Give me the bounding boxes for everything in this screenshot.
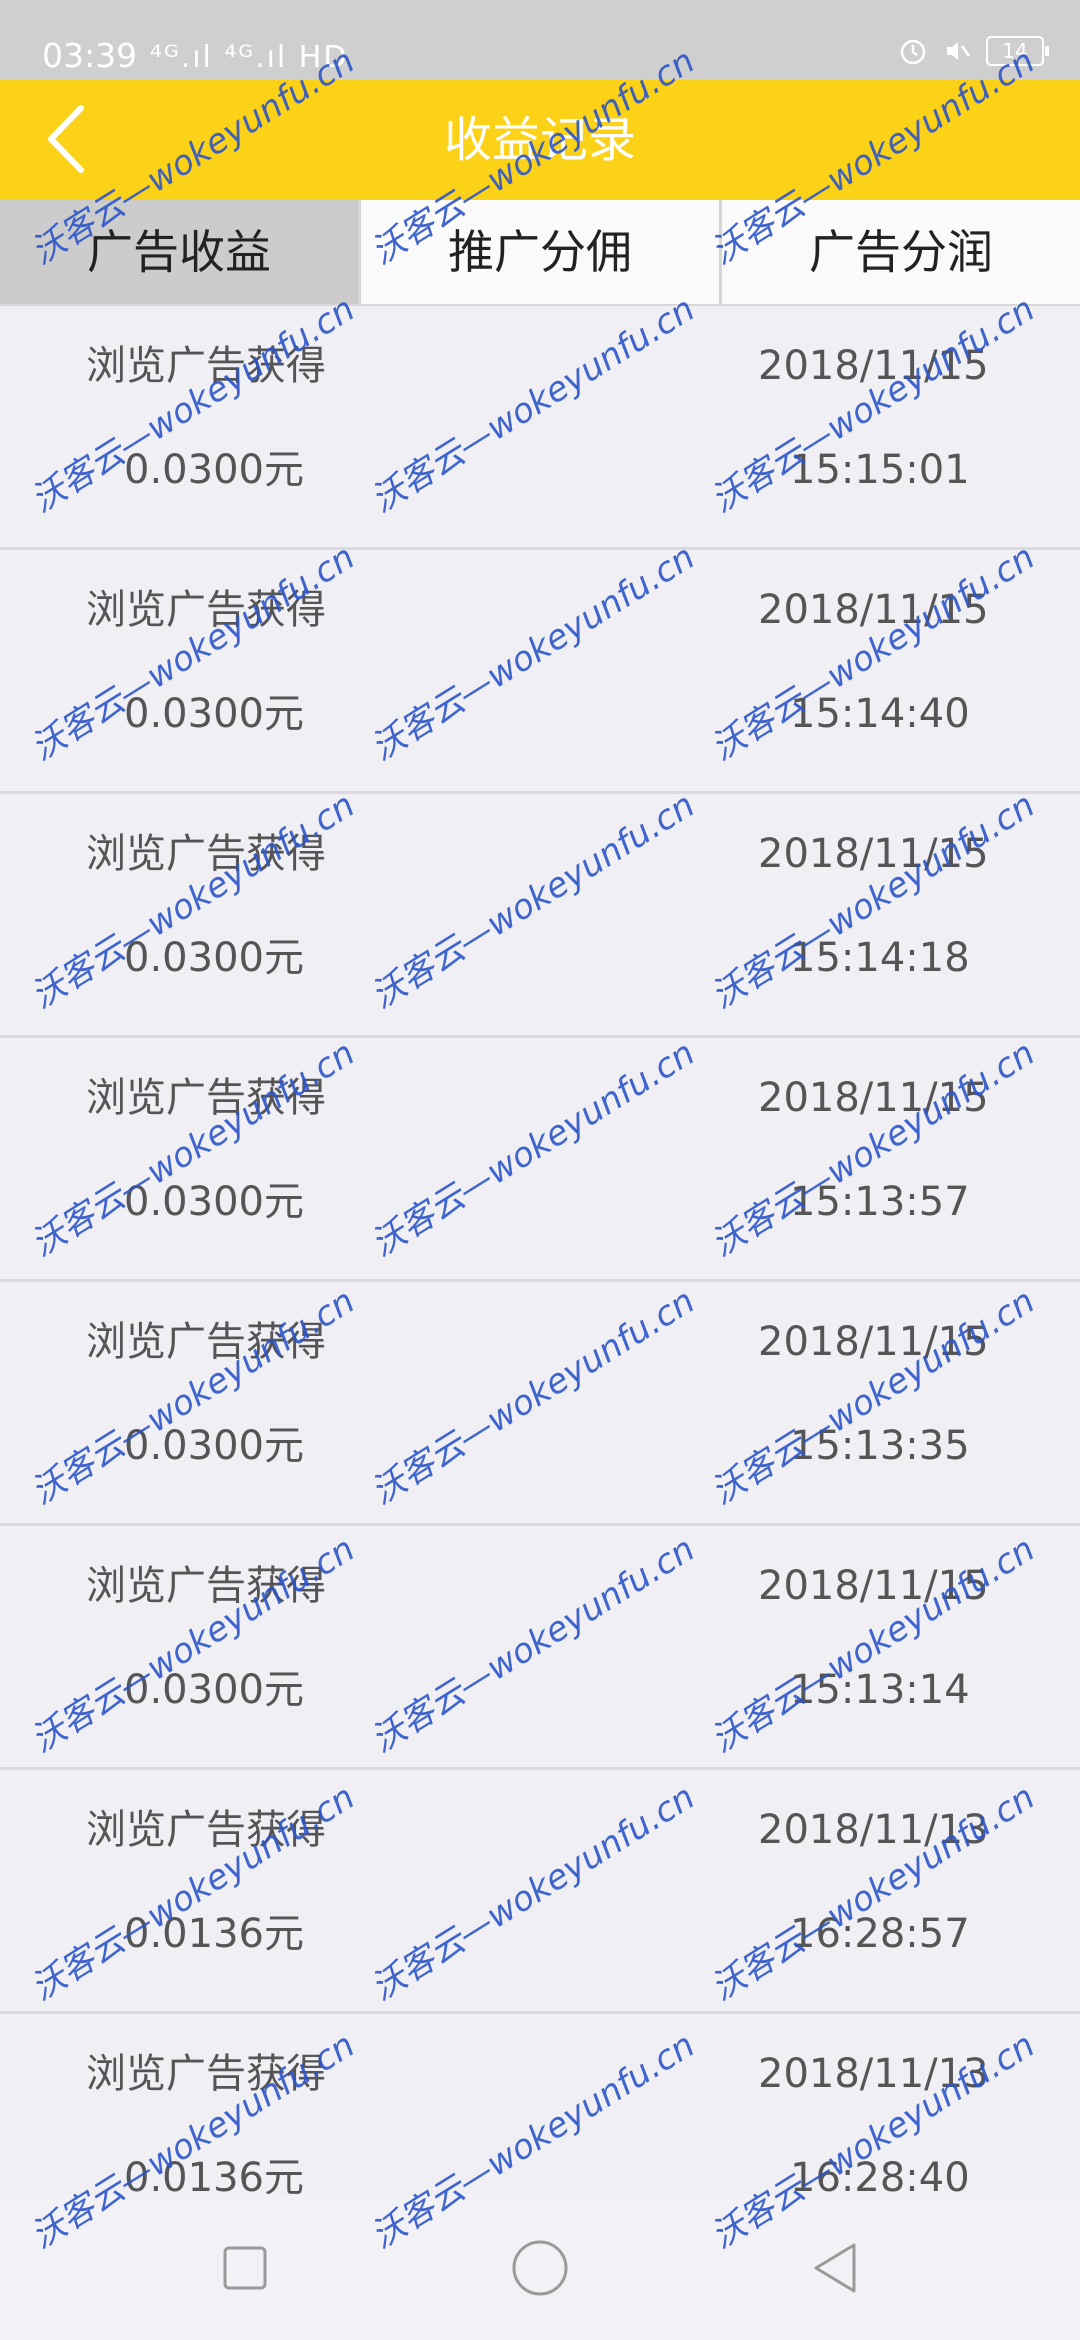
record-date: 2018/11/15 <box>758 831 989 877</box>
record-amount: 0.0300元 <box>124 691 304 737</box>
record-time: 15:13:14 <box>790 1667 970 1713</box>
record-time: 16:28:57 <box>790 1911 970 1957</box>
record-amount: 0.0300元 <box>124 1423 304 1469</box>
system-navigation-bar <box>0 2194 1080 2340</box>
record-list: 浏览广告获得 0.0300元 2018/11/15 15:15:01 浏览广告获… <box>0 306 1080 2258</box>
list-item: 浏览广告获得 0.0300元 2018/11/15 15:13:57 <box>0 1038 1080 1282</box>
list-item: 浏览广告获得 0.0300元 2018/11/15 15:14:40 <box>0 550 1080 794</box>
list-item: 浏览广告获得 0.0300元 2018/11/15 15:13:14 <box>0 1526 1080 1770</box>
record-date: 2018/11/15 <box>758 1563 989 1609</box>
record-date: 2018/11/13 <box>758 1807 989 1853</box>
record-amount: 0.0300元 <box>124 1667 304 1713</box>
title-bar: 收益记录 <box>0 80 1080 200</box>
record-time: 15:14:40 <box>790 691 970 737</box>
list-item: 浏览广告获得 0.0300元 2018/11/15 15:13:35 <box>0 1282 1080 1526</box>
triangle-back-icon <box>810 2241 860 2299</box>
alarm-icon <box>898 36 928 66</box>
record-time: 15:13:35 <box>790 1423 970 1469</box>
nav-back-button[interactable] <box>795 2230 875 2310</box>
record-time: 15:15:01 <box>790 447 970 493</box>
record-date: 2018/11/15 <box>758 343 989 389</box>
record-title: 浏览广告获得 <box>86 2051 326 2097</box>
record-time: 15:14:18 <box>790 935 970 981</box>
circle-icon <box>511 2239 569 2301</box>
record-title: 浏览广告获得 <box>86 1319 326 1365</box>
record-title: 浏览广告获得 <box>86 831 326 877</box>
status-time: 03:39 <box>42 36 138 75</box>
record-date: 2018/11/15 <box>758 1075 989 1121</box>
record-title: 浏览广告获得 <box>86 1563 326 1609</box>
tab-promotion-commission[interactable]: 推广分佣 <box>361 200 722 304</box>
record-title: 浏览广告获得 <box>86 587 326 633</box>
square-icon <box>221 2244 269 2296</box>
record-amount: 0.0300元 <box>124 935 304 981</box>
signal-indicators: ⁴ᴳ.ıl ⁴ᴳ.ıl HD <box>150 40 349 75</box>
list-item: 浏览广告获得 0.0300元 2018/11/15 15:14:18 <box>0 794 1080 1038</box>
home-button[interactable] <box>500 2230 580 2310</box>
record-date: 2018/11/13 <box>758 2051 989 2097</box>
battery-icon: 14 <box>986 36 1049 66</box>
record-amount: 0.0300元 <box>124 447 304 493</box>
record-title: 浏览广告获得 <box>86 1075 326 1121</box>
tab-bar: 广告收益 推广分佣 广告分润 <box>0 200 1080 306</box>
status-right-icons: 14 <box>898 36 1049 66</box>
tab-ad-profit-share[interactable]: 广告分润 <box>722 200 1080 304</box>
page-title: 收益记录 <box>443 112 636 168</box>
record-date: 2018/11/15 <box>758 587 989 633</box>
record-date: 2018/11/15 <box>758 1319 989 1365</box>
list-item: 浏览广告获得 0.0136元 2018/11/13 16:28:57 <box>0 1770 1080 2014</box>
record-time: 15:13:57 <box>790 1179 970 1225</box>
record-title: 浏览广告获得 <box>86 343 326 389</box>
recent-apps-button[interactable] <box>205 2230 285 2310</box>
status-bar: 03:39 ⁴ᴳ.ıl ⁴ᴳ.ıl HD 14 <box>0 0 1080 80</box>
list-item: 浏览广告获得 0.0300元 2018/11/15 15:15:01 <box>0 306 1080 550</box>
record-amount: 0.0136元 <box>124 1911 304 1957</box>
tab-ad-income[interactable]: 广告收益 <box>0 200 361 304</box>
record-amount: 0.0300元 <box>124 1179 304 1225</box>
vibrate-icon <box>942 36 972 66</box>
record-title: 浏览广告获得 <box>86 1807 326 1853</box>
